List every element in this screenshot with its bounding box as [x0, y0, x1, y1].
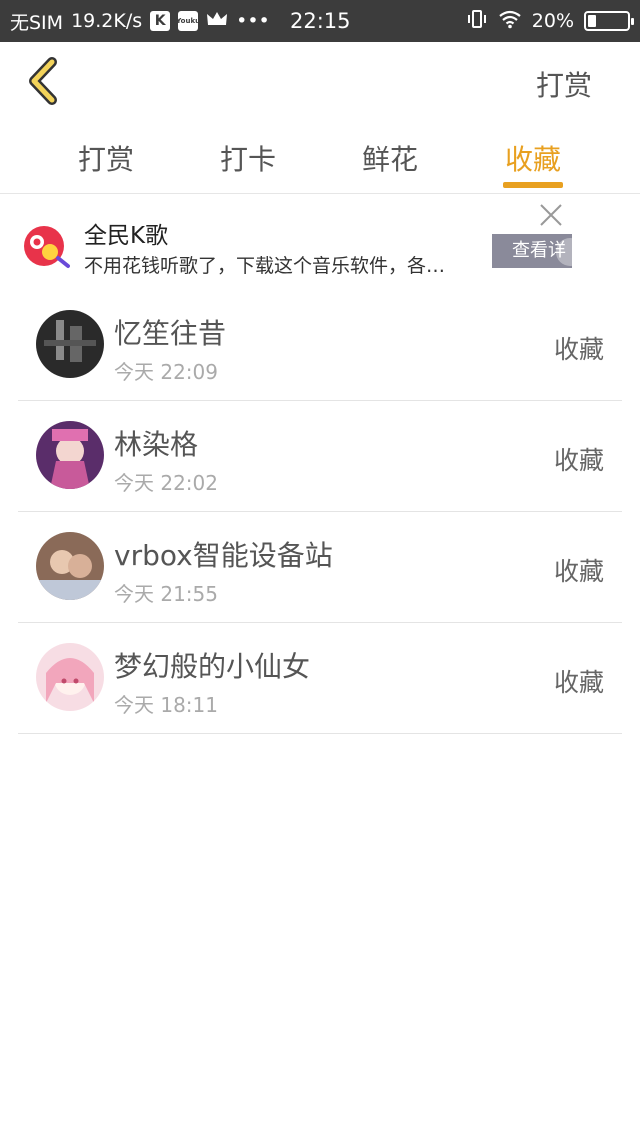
back-button[interactable] [22, 56, 66, 106]
timestamp: 今天 18:11 [114, 693, 218, 717]
tab-checkin[interactable]: 打卡 [188, 138, 308, 178]
list-item[interactable]: 梦幻般的小仙女 今天 18:11 收藏 [18, 623, 622, 734]
header: 打赏 [0, 42, 640, 124]
close-icon [540, 204, 562, 226]
clock: 22:15 [290, 9, 351, 33]
tab-bar: 打赏 打卡 鲜花 收藏 [0, 124, 640, 194]
network-speed: 19.2K/s [71, 10, 143, 32]
youku-app-icon: Youku [176, 11, 200, 31]
wifi-icon [498, 9, 522, 34]
user-name: 林染格 [114, 428, 199, 461]
crown-icon [206, 10, 228, 33]
quanmin-kge-logo [22, 222, 70, 270]
status-left: 无SIM 19.2K/s K Youku ••• [10, 0, 270, 42]
timestamp: 今天 22:09 [114, 360, 218, 384]
timestamp: 今天 21:55 [114, 582, 218, 606]
avatar[interactable] [36, 421, 104, 489]
action-label: 收藏 [553, 446, 604, 475]
list-item[interactable]: 忆笙往昔 今天 22:09 收藏 [18, 290, 622, 401]
vibrate-icon [466, 8, 488, 35]
list-item[interactable]: 林染格 今天 22:02 收藏 [18, 401, 622, 512]
user-name: vrbox智能设备站 [114, 539, 333, 572]
ad-title: 全民K歌 [84, 223, 169, 249]
ad-banner[interactable]: 全民K歌 不用花钱听歌了，下载这个音乐软件，各… 查看详 [0, 196, 640, 296]
status-right: 20% [466, 0, 634, 42]
tab-flowers[interactable]: 鲜花 [330, 138, 450, 178]
ad-button-highlight [556, 238, 572, 266]
carrier-text: 无SIM [10, 11, 64, 34]
reward-button[interactable]: 打赏 [536, 64, 592, 104]
list-item[interactable]: vrbox智能设备站 今天 21:55 收藏 [18, 512, 622, 623]
timestamp: 今天 22:02 [114, 471, 218, 495]
action-label: 收藏 [553, 335, 604, 364]
avatar[interactable] [36, 532, 104, 600]
status-bar: 无SIM 19.2K/s K Youku ••• 22:15 20% [0, 0, 640, 42]
action-label: 收藏 [553, 557, 604, 586]
battery-fill [588, 15, 596, 27]
ad-description: 不用花钱听歌了，下载这个音乐软件，各… [84, 255, 446, 277]
avatar[interactable] [36, 310, 104, 378]
ad-close-button[interactable] [538, 202, 564, 228]
active-tab-indicator [503, 182, 563, 188]
user-name: 梦幻般的小仙女 [114, 650, 311, 683]
avatar[interactable] [36, 643, 104, 711]
battery-icon [584, 11, 634, 31]
favorites-list: 忆笙往昔 今天 22:09 收藏 林染格 今天 22:02 收藏 vrbox智能… [18, 290, 622, 734]
chevron-left-icon [29, 57, 57, 105]
action-label: 收藏 [553, 668, 604, 697]
tab-favorites[interactable]: 收藏 [473, 138, 593, 178]
battery-percentage: 20% [531, 10, 574, 32]
user-name: 忆笙往昔 [114, 317, 227, 350]
tab-reward[interactable]: 打赏 [46, 138, 166, 178]
more-notifications-icon: ••• [236, 10, 270, 32]
kuaishou-app-icon: K [150, 11, 171, 31]
ad-view-details-button[interactable]: 查看详 [492, 234, 572, 268]
